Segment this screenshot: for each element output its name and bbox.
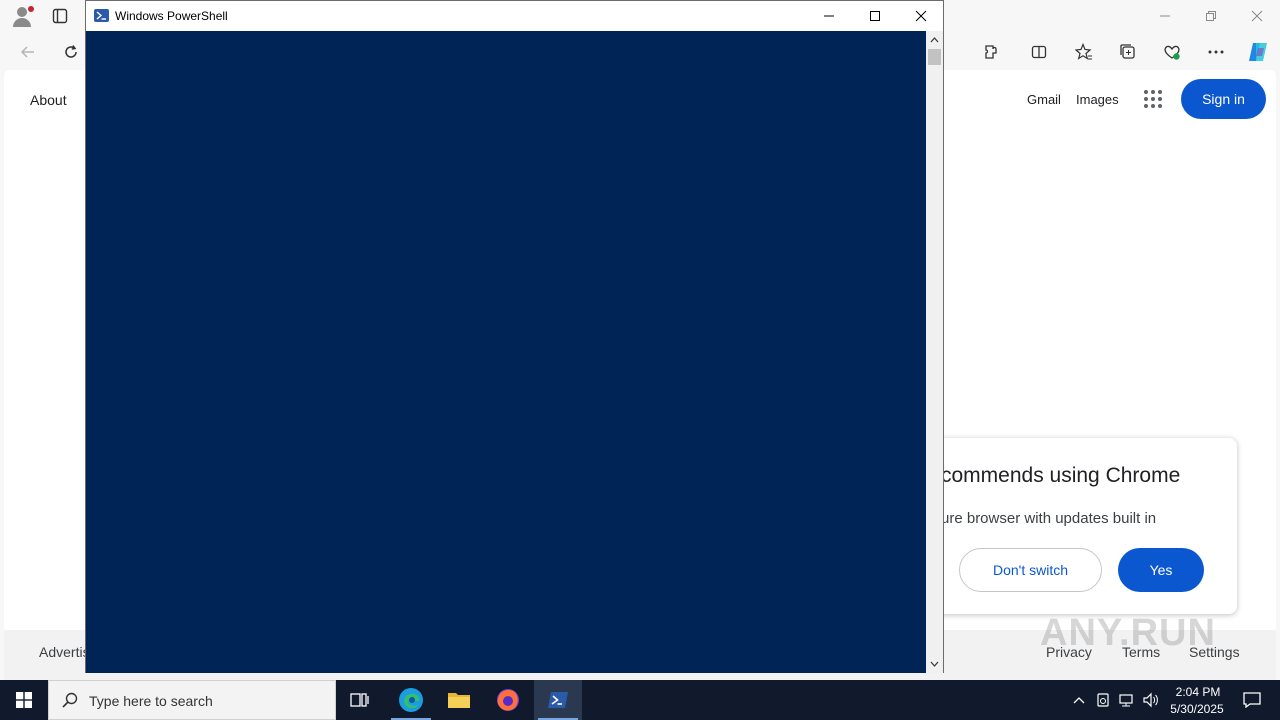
split-screen-icon[interactable] [1026, 39, 1052, 65]
google-apps-icon[interactable] [1144, 90, 1162, 108]
windows-logo-icon [16, 692, 32, 708]
browser-close-icon[interactable] [1234, 0, 1280, 32]
gmail-link[interactable]: Gmail [1027, 92, 1061, 107]
chevron-up-icon[interactable] [1070, 691, 1088, 709]
system-tray [1066, 680, 1166, 720]
start-button[interactable] [0, 680, 48, 720]
clock-time[interactable]: 2:04 PM [1168, 685, 1228, 699]
search-icon [61, 691, 79, 714]
powershell-icon [94, 9, 109, 22]
promo-title: commends using Chrome [941, 464, 1181, 487]
scrollbar-thumb[interactable] [928, 49, 941, 65]
minimize-icon[interactable] [806, 1, 852, 31]
back-arrow-icon[interactable] [15, 39, 41, 65]
file-explorer-icon[interactable] [435, 680, 483, 720]
notification-icon[interactable] [1232, 680, 1272, 720]
network-icon[interactable] [1118, 691, 1136, 709]
more-options-icon[interactable] [1203, 39, 1229, 65]
powershell-taskbar-icon[interactable] [534, 680, 582, 720]
device-icon[interactable] [1094, 691, 1112, 709]
task-view-icon[interactable] [336, 680, 384, 720]
firefox-icon[interactable] [484, 680, 532, 720]
promo-text: ure browser with updates built in [941, 510, 1157, 527]
refresh-icon[interactable] [58, 39, 84, 65]
volume-icon[interactable] [1142, 691, 1160, 709]
chrome-promo-dialog: commends using Chrome ure browser with u… [909, 438, 1237, 614]
yes-button[interactable]: Yes [1118, 548, 1204, 592]
sign-in-button[interactable]: Sign in [1181, 79, 1266, 119]
taskbar: Type here to search 2:04 PM 5/30/2025 [0, 680, 1280, 720]
powershell-titlebar[interactable]: Windows PowerShell [86, 1, 943, 31]
footer-advertising-link[interactable]: Advertis [39, 644, 90, 660]
copilot-icon[interactable] [1245, 39, 1271, 65]
about-link[interactable]: About [30, 92, 67, 108]
close-icon[interactable] [898, 1, 944, 31]
images-link[interactable]: Images [1076, 92, 1119, 107]
favorites-icon[interactable] [1071, 39, 1097, 65]
scroll-down-arrow-icon[interactable] [928, 657, 941, 671]
edge-app-icon[interactable] [387, 680, 435, 720]
powershell-window[interactable]: Windows PowerShell [85, 0, 944, 673]
clock-date[interactable]: 5/30/2025 [1164, 702, 1230, 716]
browser-essentials-icon[interactable] [1159, 39, 1185, 65]
profile-icon[interactable] [10, 5, 34, 27]
taskbar-search-box[interactable]: Type here to search [48, 680, 336, 720]
extensions-icon[interactable] [978, 39, 1004, 65]
search-placeholder: Type here to search [89, 693, 213, 709]
collections-icon[interactable] [1115, 39, 1141, 65]
window-title: Windows PowerShell [115, 9, 228, 23]
browser-restore-icon[interactable] [1188, 0, 1234, 32]
scroll-up-arrow-icon[interactable] [928, 33, 941, 47]
maximize-icon[interactable] [852, 1, 898, 31]
watermark-logo: ANY.RUN [1040, 612, 1216, 654]
console-area[interactable] [86, 31, 926, 673]
dont-switch-button[interactable]: Don't switch [959, 548, 1102, 592]
browser-minimize-icon[interactable] [1142, 0, 1188, 32]
tab-actions-icon[interactable] [48, 5, 72, 27]
vertical-scrollbar[interactable] [926, 31, 943, 673]
